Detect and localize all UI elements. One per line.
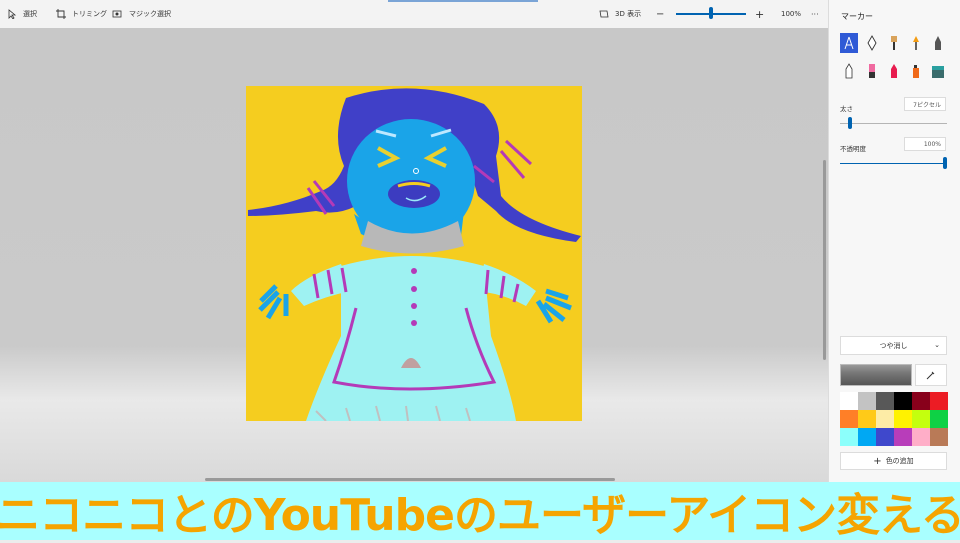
palette-swatch[interactable] <box>876 410 894 428</box>
view-3d-icon <box>599 10 609 18</box>
calligraphy-pen-icon <box>844 36 854 50</box>
palette-swatch[interactable] <box>912 410 930 428</box>
eyedropper-icon <box>926 371 935 380</box>
select-button[interactable]: 選択 <box>8 6 37 22</box>
cursor-icon <box>8 9 17 19</box>
palette-swatch[interactable] <box>858 392 876 410</box>
zoom-out-label: − <box>656 8 665 20</box>
finish-value: つや消し <box>879 341 908 350</box>
watercolor-tool[interactable] <box>907 33 925 53</box>
palette-swatch[interactable] <box>858 428 876 446</box>
opacity-value: 100% <box>923 140 941 148</box>
select-label: 選択 <box>23 10 37 18</box>
palette-swatch[interactable] <box>876 428 894 446</box>
palette-swatch[interactable] <box>840 428 858 446</box>
add-color-button[interactable]: + 色の追加 <box>840 452 947 470</box>
more-options-button[interactable]: ··· <box>811 6 819 22</box>
palette-swatch[interactable] <box>930 392 948 410</box>
spray-can-icon <box>913 65 919 78</box>
palette-swatch[interactable] <box>840 392 858 410</box>
magic-select-button[interactable]: マジック選択 <box>112 6 171 22</box>
zoom-in-button[interactable]: + <box>755 6 764 22</box>
fill-bucket-icon <box>932 66 944 78</box>
eraser-icon <box>869 64 875 78</box>
opacity-slider-thumb[interactable] <box>943 157 947 169</box>
fill-bucket-tool[interactable] <box>929 61 947 81</box>
palette-swatch[interactable] <box>858 410 876 428</box>
eraser-tool[interactable] <box>863 61 881 81</box>
size-label: 太さ <box>840 105 853 113</box>
finish-dropdown[interactable]: つや消し ⌄ <box>840 336 947 355</box>
zoom-value-label: 100% <box>781 10 802 18</box>
zoom-slider-thumb[interactable] <box>709 7 713 19</box>
pencil-tool[interactable] <box>840 61 858 81</box>
palette-swatch[interactable] <box>894 392 912 410</box>
opacity-slider-track[interactable] <box>840 163 947 164</box>
size-value-field[interactable]: 7ピクセル <box>904 97 946 111</box>
ink-pen-tool[interactable] <box>863 33 881 53</box>
ink-pen-icon <box>867 35 877 51</box>
drawing-canvas[interactable] <box>246 86 582 421</box>
palette-swatch[interactable] <box>912 392 930 410</box>
pixel-pen-tool[interactable] <box>929 33 947 53</box>
pencil-icon <box>845 63 853 79</box>
caption-text: ニコニコとのYouTubeのユーザーアイコン変える <box>0 490 960 541</box>
zoom-value: 100% <box>781 6 801 22</box>
palette-swatch[interactable] <box>930 428 948 446</box>
plus-icon: + <box>873 455 882 467</box>
magic-select-label: マジック選択 <box>129 10 171 18</box>
crop-button[interactable]: トリミング <box>56 6 107 22</box>
zoom-out-button[interactable]: − <box>656 6 664 22</box>
add-color-label: 色の追加 <box>885 457 914 465</box>
vertical-scrollbar[interactable] <box>823 160 826 360</box>
current-color-swatch[interactable] <box>840 364 912 386</box>
view-3d-label: 3D 表示 <box>615 10 642 18</box>
eyedropper-button[interactable] <box>915 364 947 386</box>
size-slider-thumb[interactable] <box>848 117 853 129</box>
pixel-pen-icon <box>935 36 941 50</box>
zoom-in-label: + <box>755 7 765 21</box>
magic-select-icon <box>112 10 122 18</box>
top-toolbar: 選択 トリミング マジック選択 3D 表示 − + 100% ··· <box>0 0 828 29</box>
calligraphy-pen-tool[interactable] <box>840 33 858 53</box>
size-slider-track[interactable] <box>840 123 947 124</box>
opacity-label: 不透明度 <box>840 145 866 153</box>
title-accent-line <box>388 0 538 2</box>
more-options-label: ··· <box>811 9 819 19</box>
palette-swatch[interactable] <box>894 428 912 446</box>
oil-brush-icon <box>891 36 897 50</box>
crop-label: トリミング <box>72 10 107 18</box>
opacity-value-field[interactable]: 100% <box>904 137 946 151</box>
watercolor-icon <box>913 36 919 50</box>
crop-icon <box>56 9 66 19</box>
color-palette <box>840 392 948 446</box>
palette-swatch[interactable] <box>894 410 912 428</box>
spray-can-tool[interactable] <box>907 61 925 81</box>
palette-swatch[interactable] <box>876 392 894 410</box>
palette-swatch[interactable] <box>930 410 948 428</box>
crayon-tool[interactable] <box>885 61 903 81</box>
view-3d-button[interactable]: 3D 表示 <box>599 6 641 22</box>
palette-swatch[interactable] <box>912 428 930 446</box>
panel-title: マーカー <box>841 12 873 21</box>
size-value: 7ピクセル <box>913 101 941 109</box>
oil-brush-tool[interactable] <box>885 33 903 53</box>
chevron-down-icon: ⌄ <box>934 341 940 349</box>
crayon-icon <box>891 64 897 78</box>
caption-banner: ニコニコとのYouTubeのユーザーアイコン変える <box>0 482 960 541</box>
palette-swatch[interactable] <box>840 410 858 428</box>
